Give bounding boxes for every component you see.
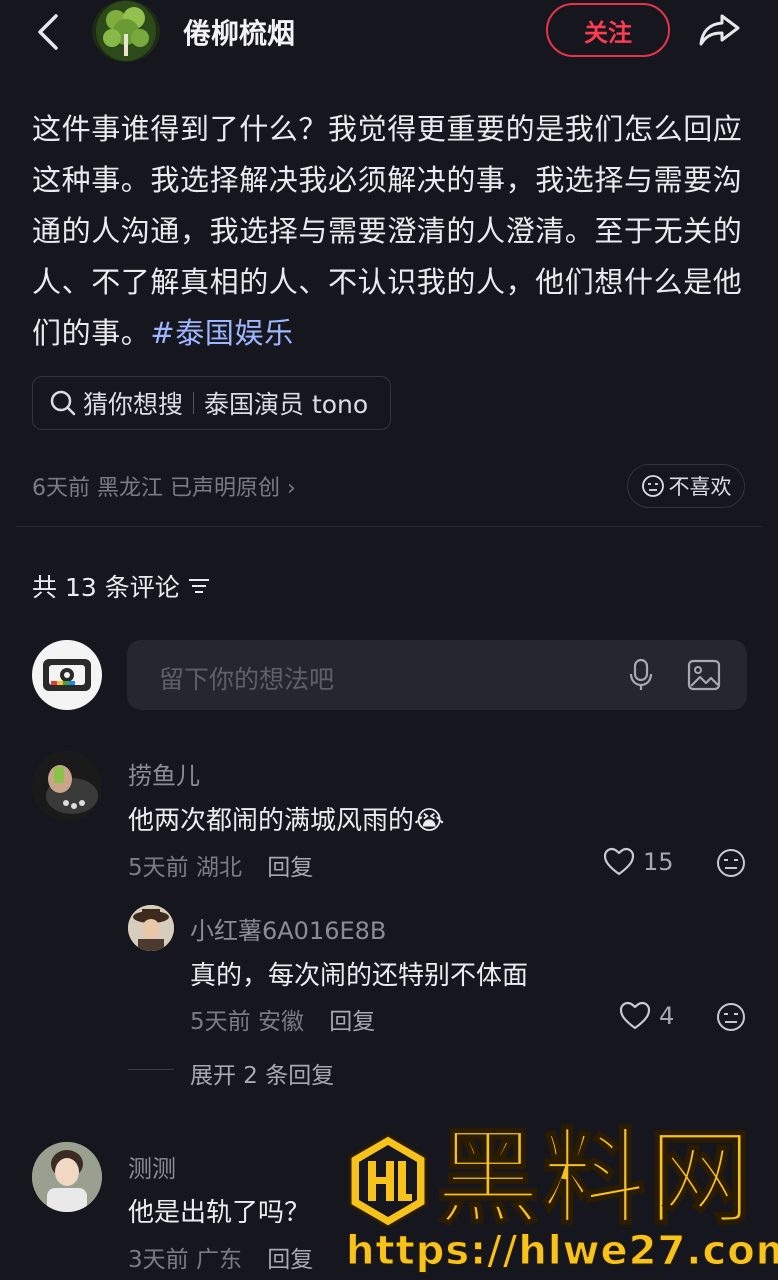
like-count: 15 [643, 848, 674, 876]
heart-icon [619, 1001, 651, 1030]
back-button[interactable] [30, 10, 70, 54]
commenter-name[interactable]: 捞鱼儿 [128, 756, 200, 791]
reply-location: 安徽 [257, 1009, 304, 1035]
comment-time: 3天前 [128, 1247, 189, 1273]
dislike-label: 不喜欢 [668, 475, 732, 499]
comment-input[interactable]: 留下你的想法吧 [127, 640, 747, 710]
post-body: 这件事谁得到了什么？我觉得更重要的是我们怎么回应这种事。我选择解决我必须解决的事… [32, 104, 748, 359]
post-meta[interactable]: 6天前 黑龙江 已声明原创 › [32, 470, 296, 502]
reply-button[interactable]: 回复 [267, 1247, 313, 1273]
reply-button[interactable]: 回复 [329, 1009, 375, 1035]
replier-avatar[interactable] [128, 905, 174, 951]
meh-face-icon[interactable] [715, 847, 747, 879]
replier-name[interactable]: 小红薯6A016E8B [190, 911, 386, 946]
follow-button[interactable]: 关注 [546, 3, 670, 57]
like-count: 4 [659, 1002, 675, 1030]
section-divider [16, 526, 762, 527]
commenter-avatar[interactable] [32, 751, 102, 821]
reply-button[interactable]: 回复 [267, 855, 313, 881]
my-avatar [32, 640, 102, 710]
comment-text: 他两次都闹的满城风雨的😭 [128, 806, 445, 836]
comment-location: 湖北 [195, 855, 242, 881]
chevron-left-icon [38, 14, 58, 50]
microphone-icon[interactable] [627, 658, 655, 692]
search-term: 泰国演员 tono [204, 390, 369, 419]
heart-icon [603, 847, 635, 876]
comment-text: 他是出轨了吗？ [128, 1198, 311, 1228]
top-bar: 倦柳梳烟 关注 [0, 0, 778, 62]
reply-time: 5天前 [190, 1009, 251, 1035]
camera-avatar-icon [43, 659, 91, 691]
post-text: 这件事谁得到了什么？我觉得更重要的是我们怎么回应这种事。我选择解决我必须解决的事… [32, 112, 743, 350]
share-button[interactable] [696, 10, 744, 50]
meh-face-icon[interactable] [715, 1001, 747, 1033]
reply-meta: 5天前 安徽 回复 [190, 1002, 375, 1036]
watermark-url: https://hlwe27.com [345, 1228, 778, 1275]
commenter-name[interactable]: 测测 [128, 1149, 176, 1184]
watermark-title: 黑料网 [435, 1117, 755, 1239]
sort-icon[interactable] [186, 575, 212, 597]
expand-divider [128, 1069, 174, 1070]
comment-input-placeholder: 留下你的想法吧 [159, 665, 335, 694]
share-icon [699, 14, 740, 46]
like-button[interactable]: 4 [619, 1001, 674, 1031]
expand-replies-button[interactable]: 展开 2 条回复 [190, 1056, 334, 1090]
comments-count-title: 共 13 条评论 [32, 573, 180, 602]
comment-time: 5天前 [128, 855, 189, 881]
dislike-button[interactable]: 不喜欢 [627, 464, 745, 508]
comment-meta: 3天前 广东 回复 [128, 1240, 313, 1274]
search-icon [50, 390, 76, 416]
watermark-logo [348, 1133, 428, 1229]
commenter-avatar[interactable] [32, 1142, 102, 1212]
like-button[interactable]: 15 [603, 847, 674, 877]
divider [193, 392, 195, 414]
meh-face-icon [641, 475, 664, 497]
hashtag-link[interactable]: #泰国娱乐 [150, 316, 293, 350]
author-name[interactable]: 倦柳梳烟 [183, 12, 295, 52]
comment-location: 广东 [195, 1247, 242, 1273]
reply-text: 真的，每次闹的还特别不体面 [190, 961, 529, 991]
search-label: 猜你想搜 [83, 390, 184, 419]
comments-header: 共 13 条评论 [32, 568, 212, 604]
author-avatar[interactable] [92, 0, 160, 62]
search-suggestion-chip[interactable]: 猜你想搜 泰国演员 tono [32, 376, 392, 430]
comment-meta: 5天前 湖北 回复 [128, 848, 313, 882]
image-icon[interactable] [687, 658, 721, 692]
